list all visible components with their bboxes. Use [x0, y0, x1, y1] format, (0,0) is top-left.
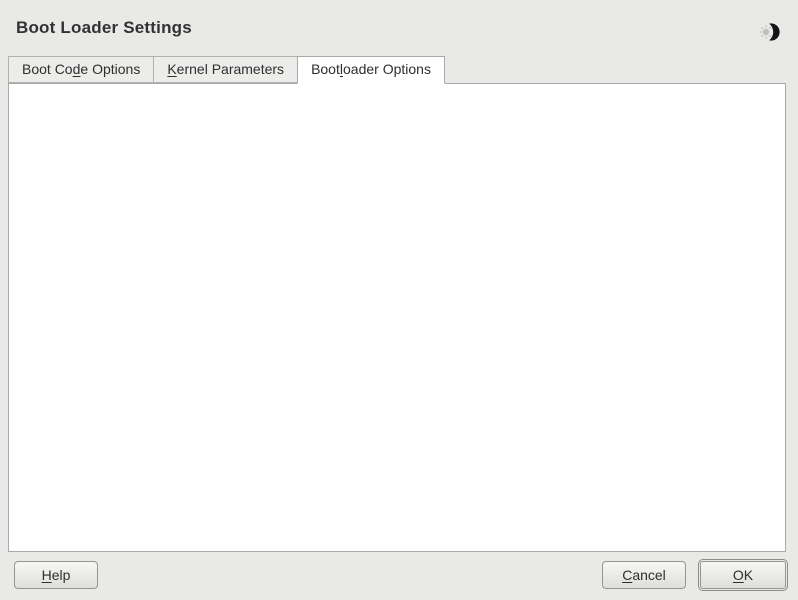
help-button[interactable]: Help	[14, 561, 98, 589]
sun-moon-icon	[758, 21, 780, 43]
ok-button[interactable]: OK	[700, 561, 786, 589]
boot-loader-settings-dialog: Boot Loader Settings Boot Code Options K…	[0, 0, 798, 600]
tab-bootloader-options[interactable]: Bootloader Options	[297, 56, 445, 84]
cancel-button[interactable]: Cancel	[602, 561, 686, 589]
tab-kernel-parameters[interactable]: Kernel Parameters	[153, 56, 297, 83]
tab-bar: Boot Code Options Kernel Parameters Boot…	[8, 56, 445, 84]
page-title: Boot Loader Settings	[16, 18, 192, 38]
tab-boot-code-options[interactable]: Boot Code Options	[8, 56, 153, 83]
tab-content-panel	[8, 83, 786, 552]
